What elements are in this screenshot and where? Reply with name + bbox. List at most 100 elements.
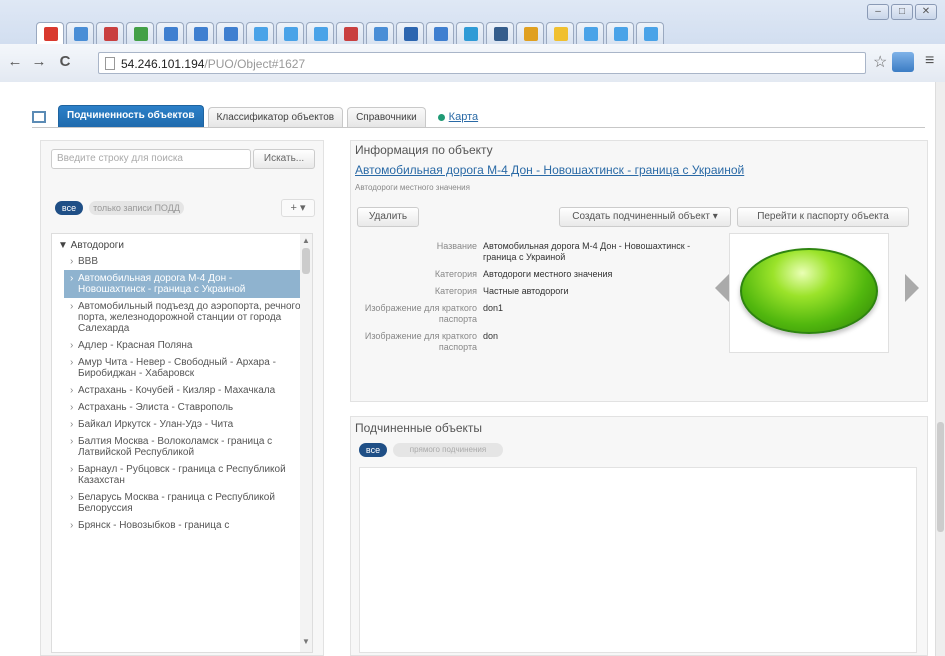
subordinate-objects-panel: Подчиненные объекты все прямого подчинен… [350, 416, 928, 656]
property-label: Категория [434, 269, 477, 279]
tab-favicon-icon [524, 27, 538, 41]
sub-filter-direct-button[interactable]: прямого подчинения [393, 443, 503, 457]
menu-icon[interactable]: ≡ [925, 52, 934, 70]
browser-tab[interactable] [276, 22, 304, 44]
extension-icon[interactable] [892, 52, 914, 72]
prev-image-icon[interactable] [715, 274, 729, 302]
object-title-link[interactable]: Автомобильная дорога М-4 Дон - Новошахти… [355, 163, 744, 177]
address-bar[interactable]: 54.246.101.194/PUO/Object#1627 [98, 52, 866, 74]
tree-item[interactable]: Балтия Москва - Волоколамск - граница с … [52, 433, 312, 461]
filter-odd-button[interactable]: только записи ПОДД [89, 201, 184, 215]
tab-favicon-icon [164, 27, 178, 41]
tree-scrollbar[interactable]: ▲ ▼ [300, 234, 312, 652]
tree-item[interactable]: Автомобильный подъезд до аэропорта, речн… [52, 298, 312, 337]
tree-item[interactable]: Брянск - Новозыбков - граница с [52, 517, 312, 534]
browser-tab[interactable] [66, 22, 94, 44]
tree-item[interactable]: Байкал Иркутск - Улан-Удэ - Чита [52, 416, 312, 433]
expand-icon[interactable] [32, 111, 46, 123]
create-subordinate-button[interactable]: Создать подчиненный объект ▾ [559, 207, 731, 227]
delete-button[interactable]: Удалить [357, 207, 419, 227]
tab-favicon-icon [44, 27, 58, 41]
property-label: Изображение для краткого паспорта [364, 331, 477, 352]
map-pin-icon [437, 113, 445, 121]
forward-icon[interactable]: → [30, 53, 48, 71]
tab-favicon-icon [464, 27, 478, 41]
browser-tab[interactable] [216, 22, 244, 44]
bookmark-star-icon[interactable]: ☆ [873, 52, 887, 72]
app-tabs: Подчиненность объектов Классификатор объ… [32, 105, 482, 127]
tree-item[interactable]: Беларусь Москва - граница с Республикой … [52, 489, 312, 517]
browser-tab[interactable] [606, 22, 634, 44]
tree-root[interactable]: ▼ Автодороги [52, 234, 312, 253]
property-label: Изображение для краткого паспорта [364, 303, 477, 324]
tab-favicon-icon [284, 27, 298, 41]
filter-all-button[interactable]: все [55, 201, 83, 215]
property-value: Частные автодороги [483, 286, 569, 296]
browser-tab[interactable] [456, 22, 484, 44]
browser-tab[interactable] [36, 22, 64, 44]
browser-tab[interactable] [126, 22, 154, 44]
url-text: 54.246.101.194/PUO/Object#1627 [121, 57, 306, 71]
browser-tab[interactable] [306, 22, 334, 44]
add-button[interactable]: + ▾ [281, 199, 315, 217]
search-button[interactable]: Искать... [253, 149, 315, 169]
browser-tab[interactable] [96, 22, 124, 44]
property-value: don1 [483, 303, 504, 313]
browser-tab[interactable] [546, 22, 574, 44]
browser-tab[interactable] [576, 22, 604, 44]
object-image [740, 248, 878, 334]
scroll-down-icon[interactable]: ▼ [302, 637, 310, 646]
sub-filter-all-button[interactable]: все [359, 443, 387, 457]
back-icon[interactable]: ← [6, 53, 24, 71]
page-scroll-thumb[interactable] [937, 422, 944, 532]
tab-map[interactable]: Карта [430, 111, 482, 127]
search-input[interactable]: Введите строку для поиска [51, 149, 251, 169]
go-to-passport-button[interactable]: Перейти к паспорту объекта [737, 207, 909, 227]
next-image-icon[interactable] [905, 274, 919, 302]
maximize-icon[interactable]: □ [891, 4, 913, 20]
page-scrollbar[interactable] [935, 82, 945, 656]
property-row: Категория Автодороги местного значения [351, 269, 711, 280]
object-info-panel: Информация по объекту Автомобильная доро… [350, 140, 928, 402]
property-value: Автомобильная дорога М-4 Дон - Новошахти… [483, 241, 691, 262]
tab-reference[interactable]: Справочники [347, 107, 426, 127]
browser-tab[interactable] [156, 22, 184, 44]
tab-favicon-icon [374, 27, 388, 41]
browser-tab[interactable] [246, 22, 274, 44]
browser-tab[interactable] [366, 22, 394, 44]
tree-item[interactable]: Барнаул - Рубцовск - граница с Республик… [52, 461, 312, 489]
tree-item[interactable]: Амур Чита - Невер - Свободный - Архара -… [52, 354, 312, 382]
browser-tab[interactable] [486, 22, 514, 44]
browser-tab[interactable] [516, 22, 544, 44]
tree-item[interactable]: Астрахань - Элиста - Ставрополь [52, 399, 312, 416]
tree-item[interactable]: Адлер - Красная Поляна [52, 337, 312, 354]
object-subtitle: Автодороги местного значения [355, 183, 470, 192]
scroll-thumb[interactable] [302, 248, 310, 274]
tab-favicon-icon [134, 27, 148, 41]
property-row: Название Автомобильная дорога М-4 Дон - Н… [351, 241, 711, 263]
tab-favicon-icon [404, 27, 418, 41]
tree-item[interactable]: BBB [52, 253, 312, 270]
tab-favicon-icon [644, 27, 658, 41]
tree-item[interactable]: Астрахань - Кочубей - Кизляр - Махачкала [52, 382, 312, 399]
tab-subordination[interactable]: Подчиненность объектов [58, 105, 204, 127]
tree-panel: Введите строку для поиска Искать... все … [40, 140, 324, 656]
tree-item[interactable]: Автомобильная дорога М-4 Дон - Новошахти… [64, 270, 300, 298]
page: Подчиненность объектов Классификатор объ… [20, 82, 935, 656]
scroll-up-icon[interactable]: ▲ [302, 236, 310, 245]
minimize-icon[interactable]: – [867, 4, 889, 20]
browser-tab[interactable] [336, 22, 364, 44]
tab-favicon-icon [554, 27, 568, 41]
close-icon[interactable]: ✕ [915, 4, 937, 20]
tab-favicon-icon [584, 27, 598, 41]
tab-favicon-icon [104, 27, 118, 41]
tab-divider [32, 127, 925, 128]
browser-tab[interactable] [636, 22, 664, 44]
browser-tab[interactable] [186, 22, 214, 44]
tab-classifier[interactable]: Классификатор объектов [207, 107, 344, 127]
browser-tab[interactable] [426, 22, 454, 44]
info-header: Информация по объекту [355, 143, 493, 157]
reload-icon[interactable]: C [56, 53, 74, 71]
browser-tab[interactable] [396, 22, 424, 44]
window-controls: – □ ✕ [867, 4, 937, 20]
